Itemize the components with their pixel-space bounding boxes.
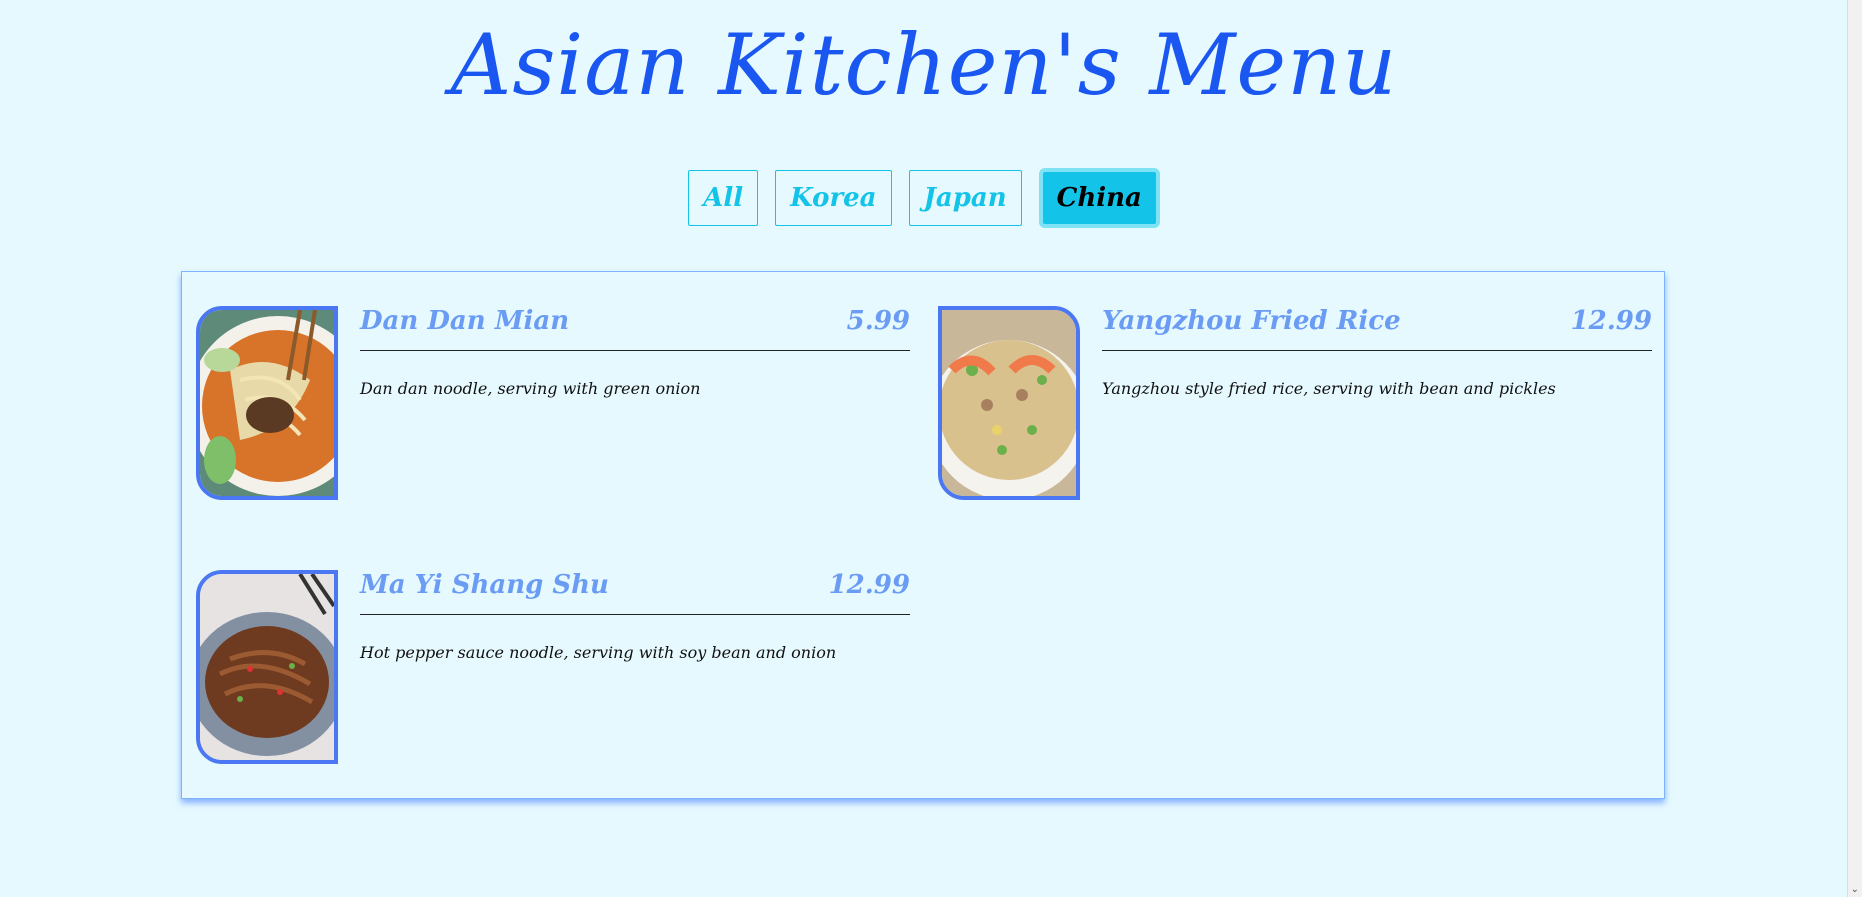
menu-item-price: 12.99 bbox=[828, 570, 910, 600]
menu-item-description: Dan dan noodle, serving with green onion bbox=[360, 379, 701, 398]
filter-button-korea[interactable]: Korea bbox=[775, 170, 892, 226]
menu-item-info: Ma Yi Shang Shu 12.99 Hot pepper sauce n… bbox=[360, 570, 910, 662]
category-filter-bar: All Korea Japan China bbox=[0, 168, 1848, 228]
menu-item-name: Ma Yi Shang Shu bbox=[360, 570, 609, 600]
menu-item-info: Yangzhou Fried Rice 12.99 Yangzhou style… bbox=[1102, 306, 1652, 398]
menu-item-description: Hot pepper sauce noodle, serving with so… bbox=[360, 643, 837, 662]
filter-button-china[interactable]: China bbox=[1038, 168, 1160, 228]
page-title: Asian Kitchen's Menu bbox=[450, 16, 1398, 114]
menu-item-name: Yangzhou Fried Rice bbox=[1102, 306, 1401, 336]
menu-item-price: 5.99 bbox=[846, 306, 910, 336]
dan-dan-mian-photo bbox=[196, 306, 338, 500]
yangzhou-fried-rice-photo bbox=[938, 306, 1080, 500]
menu-item-description: Yangzhou style fried rice, serving with … bbox=[1102, 379, 1556, 398]
menu-item-dan-dan-mian: Dan Dan Mian 5.99 Dan dan noodle, servin… bbox=[196, 272, 912, 500]
menu-item-price: 12.99 bbox=[1570, 306, 1652, 336]
menu-item-header: Dan Dan Mian 5.99 bbox=[360, 306, 910, 351]
menu-item-info: Dan Dan Mian 5.99 Dan dan noodle, servin… bbox=[360, 306, 910, 398]
menu-item-header: Yangzhou Fried Rice 12.99 bbox=[1102, 306, 1652, 351]
menu-item-name: Dan Dan Mian bbox=[360, 306, 570, 336]
vertical-scrollbar[interactable]: ⌄ bbox=[1847, 0, 1862, 897]
filter-button-japan[interactable]: Japan bbox=[908, 170, 1022, 226]
ma-yi-shang-shu-photo bbox=[196, 570, 338, 764]
menu-item-yangzhou-fried-rice: Yangzhou Fried Rice 12.99 Yangzhou style… bbox=[938, 272, 1654, 500]
filter-button-all[interactable]: All bbox=[688, 170, 759, 226]
menu-items-container: Dan Dan Mian 5.99 Dan dan noodle, servin… bbox=[181, 271, 1665, 799]
scroll-down-arrow-icon[interactable]: ⌄ bbox=[1851, 884, 1859, 895]
menu-item-ma-yi-shang-shu: Ma Yi Shang Shu 12.99 Hot pepper sauce n… bbox=[196, 536, 912, 764]
menu-item-header: Ma Yi Shang Shu 12.99 bbox=[360, 570, 910, 615]
page: Asian Kitchen's Menu All Korea Japan Chi… bbox=[0, 0, 1862, 897]
